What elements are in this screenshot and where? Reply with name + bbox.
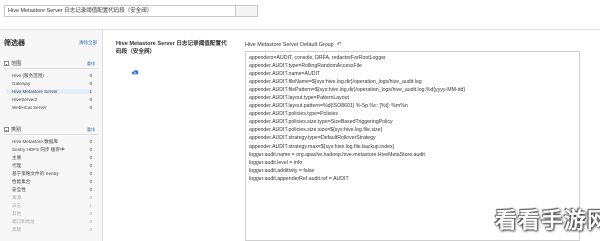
config-line: appender.AUDIT.strategy.max=${sys:hive.l… bbox=[249, 143, 395, 150]
config-line: appender.AUDIT.layout.type=PatternLayout bbox=[249, 95, 349, 102]
filter-sidebar: 筛选器 清除全部 范围 重排 Hive (服务范围) 0 Gateway 0 H… bbox=[0, 30, 103, 241]
filter-item-label: 端口和地址 bbox=[12, 219, 35, 224]
config-line: logger.audit.name = org.apache.hadoop.hi… bbox=[249, 151, 425, 158]
config-line: appender.AUDIT.name=AUDIT bbox=[249, 71, 321, 78]
filter-item-category[interactable]: 安全性 0 bbox=[12, 187, 92, 193]
filter-item-category[interactable]: 端口和地址 0 bbox=[12, 219, 92, 225]
filter-item-label: 其他 bbox=[12, 211, 22, 216]
filter-item-label: Gateway bbox=[12, 81, 31, 86]
filter-item-scope[interactable]: Hive (服务范围) 0 bbox=[12, 73, 92, 79]
filter-item-count: 0 bbox=[89, 147, 92, 152]
site-watermark: 看看手游网 bbox=[495, 209, 600, 234]
minus-icon bbox=[4, 127, 9, 132]
scope-group-toggle[interactable]: 范围 bbox=[4, 60, 21, 67]
filter-item-count: 0 bbox=[89, 163, 92, 168]
filter-item-count: 0 bbox=[89, 155, 92, 160]
filter-item-category[interactable]: 代理 0 bbox=[12, 163, 92, 169]
filter-item-label: HiveServer2 bbox=[12, 97, 38, 102]
filter-item-label: WebHCat Server bbox=[12, 105, 47, 110]
config-line: appenders=AUDIT, console, DRFA, redactor… bbox=[249, 55, 386, 61]
search-input[interactable]: Hive Metastore Server 日志记录阈值配置代码段（安全阀） bbox=[4, 5, 236, 17]
filter-item-count: 0 bbox=[89, 219, 92, 224]
config-line: appender.AUDIT.policies.size.type=SizeBa… bbox=[249, 119, 393, 126]
config-line: logger.audit.appenderRef.audit.ref = AUD… bbox=[249, 175, 349, 182]
filter-item-count: 0 bbox=[89, 97, 92, 102]
group-name: Hive Metastore Server Default Group bbox=[245, 41, 334, 48]
undo-icon[interactable]: ↶ bbox=[337, 41, 342, 48]
filter-item-category[interactable]: Sentry HDFS 同步 缓存中 0 bbox=[12, 147, 92, 153]
filter-item-label: Hive (服务范围) bbox=[12, 73, 44, 78]
config-line: logger.audit.level = info bbox=[249, 159, 303, 166]
filter-item-category[interactable]: 资源 0 bbox=[12, 195, 92, 201]
config-line: appender.AUDIT.policies.size.size=${sys:… bbox=[249, 127, 383, 134]
filter-item-count: 0 bbox=[89, 227, 92, 232]
filter-item-scope[interactable]: Gateway 0 bbox=[12, 81, 92, 86]
filter-item-scope[interactable]: HiveServer2 0 bbox=[12, 97, 92, 102]
filter-item-label: 日志 bbox=[12, 203, 22, 208]
filter-item-count: 0 bbox=[89, 73, 92, 78]
config-line: appender.AUDIT.strategy.type=DefaultRoll… bbox=[249, 135, 376, 142]
config-line: appender.AUDIT.layout.pattern=%d{ISO8601… bbox=[249, 103, 408, 110]
minus-icon bbox=[4, 61, 9, 66]
filter-item-count: 0 bbox=[89, 195, 92, 200]
filter-item-label: 主要 bbox=[12, 155, 22, 160]
category-group-label: 类别 bbox=[11, 127, 22, 133]
filter-item-category[interactable]: 日志 1 bbox=[12, 203, 92, 209]
filter-item-count: 0 bbox=[89, 187, 92, 192]
scope-reset-link[interactable]: 重排 bbox=[87, 61, 95, 67]
filter-item-count: 0 bbox=[89, 105, 92, 110]
top-bar: Hive Metastore Server 日志记录阈值配置代码段（安全阀） bbox=[0, 0, 600, 30]
divider bbox=[4, 134, 98, 135]
scope-group-label: 范围 bbox=[11, 61, 22, 67]
property-title: Hive Metastore Server 日志记录阈值配置代码段（安全阀） bbox=[116, 41, 227, 55]
filter-item-count: 0 bbox=[89, 139, 92, 144]
filter-item-category[interactable]: 基于策略文件的 Sentry 0 bbox=[12, 171, 92, 177]
filter-item-label: 代理 bbox=[12, 163, 22, 168]
filter-item-scope[interactable]: WebHCat Server 0 bbox=[12, 105, 92, 110]
filter-item-scope-selected[interactable]: Hive Metastore Server 1 bbox=[6, 89, 92, 94]
config-line: appender.AUDIT.fileName=${sys:hive.log.d… bbox=[249, 79, 422, 86]
config-line: logger.audit.additivity = false bbox=[249, 167, 315, 174]
filter-item-count: 0 bbox=[89, 171, 92, 176]
filter-item-label: 资源 bbox=[12, 195, 22, 200]
filter-item-label: Hive Metastore Server bbox=[12, 89, 58, 94]
filter-item-count: 0 bbox=[89, 211, 92, 216]
search-button[interactable] bbox=[236, 5, 258, 17]
filter-item-label: Hive Metastore 数据库 bbox=[12, 139, 58, 144]
category-group-toggle[interactable]: 类别 bbox=[4, 126, 21, 133]
filter-item-label: 安全性 bbox=[12, 187, 26, 192]
filter-item-category[interactable]: 性能集合 0 bbox=[12, 179, 92, 185]
filter-item-category[interactable]: 主要 0 bbox=[12, 155, 92, 161]
filter-item-count: 1 bbox=[89, 203, 92, 208]
config-line: appender.AUDIT.policies.type=Policies bbox=[249, 111, 338, 118]
filter-item-category[interactable]: Hive Metastore 数据库 0 bbox=[12, 139, 92, 145]
filter-item-label: 基于策略文件的 Sentry bbox=[12, 171, 59, 176]
filter-item-count: 0 bbox=[89, 81, 92, 86]
config-line: appender.AUDIT.filePattern=${sys:hive.lo… bbox=[249, 87, 466, 94]
clear-all-link[interactable]: 清除全部 bbox=[79, 40, 97, 46]
info-icon[interactable] bbox=[131, 68, 139, 76]
config-line: appender.AUDIT.type=RollingRandomAccessF… bbox=[249, 63, 362, 70]
filter-item-category[interactable]: 其他 0 bbox=[12, 211, 92, 217]
config-group-label: Hive Metastore Server Default Group ↶ bbox=[245, 41, 342, 49]
category-reset-link[interactable]: 重排 bbox=[87, 127, 95, 133]
filter-item-count: 1 bbox=[89, 89, 92, 94]
filter-item-label: 性能集合 bbox=[12, 179, 31, 184]
filter-item-category[interactable]: 高级 0 bbox=[12, 227, 92, 233]
divider bbox=[4, 68, 98, 69]
filter-item-count: 0 bbox=[89, 179, 92, 184]
filter-item-label: 高级 bbox=[12, 227, 22, 232]
filter-title: 筛选器 bbox=[4, 40, 25, 47]
filter-item-label: Sentry HDFS 同步 缓存中 bbox=[12, 147, 65, 152]
